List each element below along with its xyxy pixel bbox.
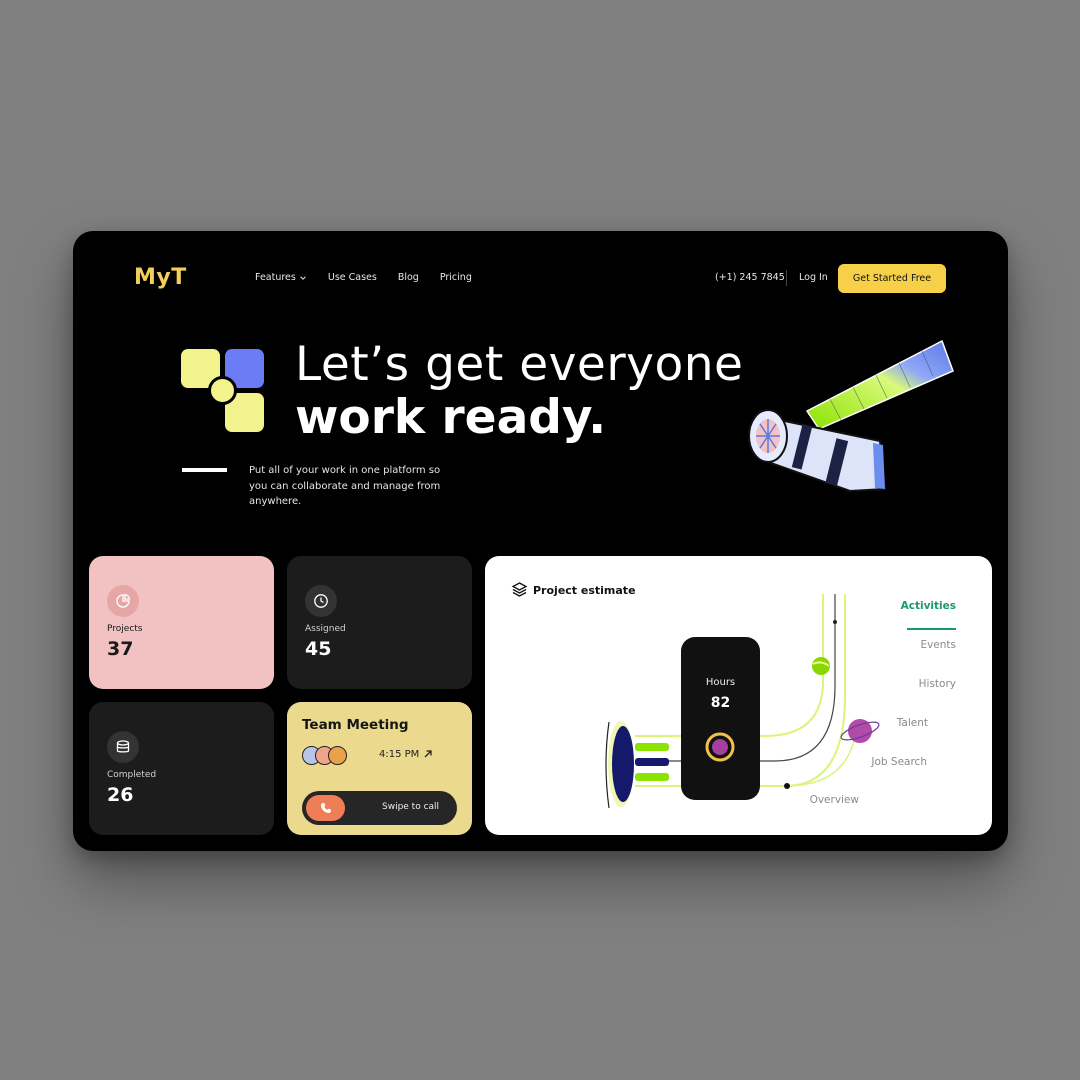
- product-logo-icon: [181, 349, 264, 432]
- team-meeting-card[interactable]: Team Meeting 4:15 PM Swipe to call: [287, 702, 472, 835]
- hours-label: Hours: [705, 677, 736, 688]
- menu-item-history[interactable]: History: [919, 678, 956, 690]
- estimate-menu: Activities Events History Talent Job Sea…: [810, 556, 992, 835]
- completed-value: 26: [107, 784, 134, 806]
- hours-ring-icon: [705, 732, 735, 762]
- phone-number[interactable]: (+1) 245 7845: [715, 272, 785, 283]
- nav-item-features-label: Features: [255, 272, 296, 283]
- menu-item-overview[interactable]: Overview: [810, 794, 859, 806]
- meeting-title: Team Meeting: [302, 717, 409, 733]
- menu-item-talent[interactable]: Talent: [897, 717, 928, 729]
- meeting-avatars: [302, 746, 347, 765]
- completed-card[interactable]: Completed 26: [89, 702, 274, 835]
- nav-item-features[interactable]: Features: [255, 272, 307, 283]
- projects-card[interactable]: Projects 37: [89, 556, 274, 689]
- nav-item-use-cases[interactable]: Use Cases: [328, 272, 377, 283]
- clock-icon: [305, 585, 337, 617]
- hero-dash: [182, 468, 227, 472]
- meeting-time: 4:15 PM: [379, 749, 420, 760]
- nav-item-pricing[interactable]: Pricing: [440, 272, 472, 283]
- hero-subtext: Put all of your work in one platform so …: [249, 465, 441, 507]
- nav-divider: [786, 270, 787, 286]
- swipe-label: Swipe to call: [382, 802, 440, 812]
- phone-icon: [320, 803, 331, 813]
- get-started-button[interactable]: Get Started Free: [838, 264, 946, 293]
- main-nav: Features Use Cases Blog Pricing: [255, 272, 472, 283]
- hero-headline-line2: work ready.: [295, 389, 607, 445]
- nav-item-blog[interactable]: Blog: [398, 272, 419, 283]
- projects-value: 37: [107, 638, 134, 660]
- avatar: [328, 746, 347, 765]
- hours-card: Hours 82: [681, 637, 760, 800]
- menu-item-job-search[interactable]: Job Search: [871, 756, 927, 768]
- menu-item-events[interactable]: Events: [920, 639, 956, 651]
- hours-value: 82: [710, 695, 731, 711]
- completed-label: Completed: [107, 770, 157, 780]
- hero-headline: Let’s get everyone work ready.: [295, 337, 744, 445]
- project-estimate-card: Project estimate Hours 82 Activities Eve…: [485, 556, 992, 835]
- login-link[interactable]: Log In: [799, 272, 828, 283]
- assigned-card[interactable]: Assigned 45: [287, 556, 472, 689]
- brand-logo[interactable]: MyT: [134, 265, 187, 290]
- landing-page-frame: MyT Features Use Cases Blog Pricing (+1)…: [73, 231, 1008, 851]
- call-button[interactable]: [306, 795, 345, 821]
- chevron-down-icon: [300, 275, 306, 280]
- assigned-label: Assigned: [305, 624, 346, 634]
- arrow-up-right-icon[interactable]: [423, 749, 433, 759]
- database-icon: [107, 731, 139, 763]
- hero-headline-line1: Let’s get everyone: [295, 337, 744, 392]
- layers-icon: [511, 582, 528, 597]
- telescope-illustration: [748, 339, 954, 493]
- assigned-value: 45: [305, 638, 332, 660]
- pie-chart-icon: [107, 585, 139, 617]
- active-tab-underline: [907, 628, 956, 630]
- projects-label: Projects: [107, 624, 143, 634]
- menu-item-activities[interactable]: Activities: [901, 600, 956, 612]
- swipe-to-call-slider[interactable]: Swipe to call: [302, 791, 457, 825]
